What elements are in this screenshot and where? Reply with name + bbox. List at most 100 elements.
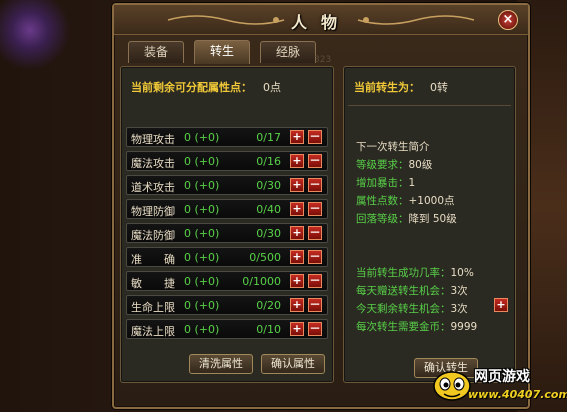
decrease-button[interactable]: －	[308, 298, 322, 312]
level-requirement: 等级要求：80级	[356, 157, 432, 172]
attr-name: 道术攻击	[131, 181, 175, 194]
attr-name: 魔法上限	[131, 325, 175, 338]
decrease-button[interactable]: －	[308, 226, 322, 240]
attr-value: 0 (+0)	[184, 203, 220, 216]
increase-button[interactable]: +	[290, 250, 304, 264]
today-remaining-chances: 今天剩余转生机会：3次	[356, 301, 468, 316]
increase-button[interactable]: +	[290, 154, 304, 168]
gold-cost: 每次转生需要金币：9999	[356, 319, 477, 334]
attr-cap: 0/1000	[242, 275, 281, 288]
logo-title: 网页游戏	[474, 369, 530, 385]
tab-equipment[interactable]: 装备	[128, 41, 184, 63]
add-chance-button[interactable]: +	[494, 298, 508, 312]
attr-name: 物理攻击	[131, 133, 175, 146]
attr-row-accuracy: 准 确 0 (+0) 0/500 + －	[126, 247, 328, 267]
attr-value: 0 (+0)	[184, 131, 220, 144]
attr-row-agility: 敏 捷 0 (+0) 0/1000 + －	[126, 271, 328, 291]
increase-button[interactable]: +	[290, 178, 304, 192]
increase-button[interactable]: +	[290, 298, 304, 312]
increase-button[interactable]: +	[290, 274, 304, 288]
increase-button[interactable]: +	[290, 322, 304, 336]
attr-name: 准 确	[131, 253, 175, 266]
attr-cap: 0/20	[256, 299, 281, 312]
today-left-label: 今天剩余转生机会：	[356, 303, 451, 315]
remaining-points-label: 当前剩余可分配属性点：	[131, 81, 252, 94]
level-req-label: 等级要求：	[356, 159, 409, 171]
title-ornament-right	[357, 15, 475, 25]
attr-cap: 0/30	[256, 179, 281, 192]
close-button[interactable]: ×	[498, 10, 518, 30]
attr-pts-value: +1000点	[408, 195, 455, 207]
attr-cap: 0/30	[256, 227, 281, 240]
crit-value: 1	[408, 177, 416, 189]
attr-value: 0 (+0)	[184, 275, 220, 288]
current-rebirth-label: 当前转生为：	[354, 81, 420, 94]
success-label: 当前转生成功几率：	[356, 267, 451, 279]
attr-cap: 0/40	[256, 203, 281, 216]
increase-button[interactable]: +	[290, 130, 304, 144]
confirm-attributes-button[interactable]: 确认属性	[261, 354, 325, 374]
attr-row-magic-defense: 魔法防御 0 (+0) 0/30 + －	[126, 223, 328, 243]
attr-row-taoist-attack: 道术攻击 0 (+0) 0/30 + －	[126, 175, 328, 195]
attr-pts-label: 属性点数：	[356, 195, 409, 207]
success-value: 10%	[450, 267, 474, 279]
next-rebirth-intro: 下一次转生简介	[356, 141, 430, 153]
daily-gift-value: 3次	[450, 285, 468, 297]
watermark-number: 323	[314, 55, 332, 65]
crit-label: 增加暴击：	[356, 177, 409, 189]
success-rate: 当前转生成功几率：10%	[356, 265, 474, 280]
crit-bonus: 增加暴击：1	[356, 175, 415, 190]
tab-rebirth[interactable]: 转生	[194, 40, 250, 64]
attr-row-hp-max: 生命上限 0 (+0) 0/20 + －	[126, 295, 328, 315]
decrease-button[interactable]: －	[308, 274, 322, 288]
decrease-button[interactable]: －	[308, 322, 322, 336]
decrease-button[interactable]: －	[308, 250, 322, 264]
decrease-button[interactable]: －	[308, 178, 322, 192]
attr-cap: 0/16	[256, 155, 281, 168]
attr-value: 0 (+0)	[184, 323, 220, 336]
window-titlebar[interactable]: 人物 ×	[114, 5, 528, 35]
tab-meridian[interactable]: 经脉	[260, 41, 316, 63]
attr-row-mp-max: 魔法上限 0 (+0) 0/10 + －	[126, 319, 328, 339]
character-window: 人物 × 装备 转生 经脉 323 当前剩余可分配属性点： 0点 物理攻击 0 …	[112, 3, 530, 409]
attribute-panel: 当前剩余可分配属性点： 0点 物理攻击 0 (+0) 0/17 + － 魔法攻击…	[120, 66, 334, 383]
attr-value: 0 (+0)	[184, 299, 220, 312]
attr-value: 0 (+0)	[184, 251, 220, 264]
gold-label: 每次转生需要金币：	[356, 321, 451, 333]
today-left-value: 3次	[450, 303, 468, 315]
site-logo: 网页游戏 www.40407.com	[428, 362, 567, 410]
increase-button[interactable]: +	[290, 226, 304, 240]
attr-name: 魔法防御	[131, 229, 175, 242]
divider	[348, 105, 511, 106]
fallback-label: 回落等级：	[356, 213, 409, 225]
level-req-value: 80级	[408, 159, 433, 171]
attr-value: 0 (+0)	[184, 155, 220, 168]
reset-attributes-button[interactable]: 清洗属性	[189, 354, 253, 374]
attr-name: 生命上限	[131, 301, 175, 314]
attr-name: 物理防御	[131, 205, 175, 218]
attr-cap: 0/17	[256, 131, 281, 144]
decrease-button[interactable]: －	[308, 130, 322, 144]
attr-row-magic-attack: 魔法攻击 0 (+0) 0/16 + －	[126, 151, 328, 171]
increase-button[interactable]: +	[290, 202, 304, 216]
fallback-level: 回落等级：降到 50级	[356, 211, 457, 226]
remaining-points-value: 0点	[263, 81, 281, 94]
attr-name: 魔法攻击	[131, 157, 175, 170]
attr-value: 0 (+0)	[184, 179, 220, 192]
attr-row-physical-attack: 物理攻击 0 (+0) 0/17 + －	[126, 127, 328, 147]
rebirth-panel: 当前转生为： 0转 下一次转生简介 等级要求：80级 增加暴击：1 属性点数：+…	[343, 66, 516, 383]
current-rebirth-value: 0转	[430, 81, 448, 94]
attribute-points: 属性点数：+1000点	[356, 193, 455, 208]
daily-gift-label: 每天赠送转生机会：	[356, 285, 451, 297]
mascot-logo-icon	[433, 371, 471, 401]
attr-cap: 0/10	[256, 323, 281, 336]
attr-row-physical-defense: 物理防御 0 (+0) 0/40 + －	[126, 199, 328, 219]
attr-name: 敏 捷	[131, 277, 175, 290]
fallback-value: 降到 50级	[408, 213, 457, 225]
decrease-button[interactable]: －	[308, 154, 322, 168]
daily-gift-chances: 每天赠送转生机会：3次	[356, 283, 468, 298]
attr-cap: 0/500	[249, 251, 281, 264]
decrease-button[interactable]: －	[308, 202, 322, 216]
logo-url: www.40407.com	[468, 388, 567, 401]
gold-value: 9999	[450, 321, 478, 333]
